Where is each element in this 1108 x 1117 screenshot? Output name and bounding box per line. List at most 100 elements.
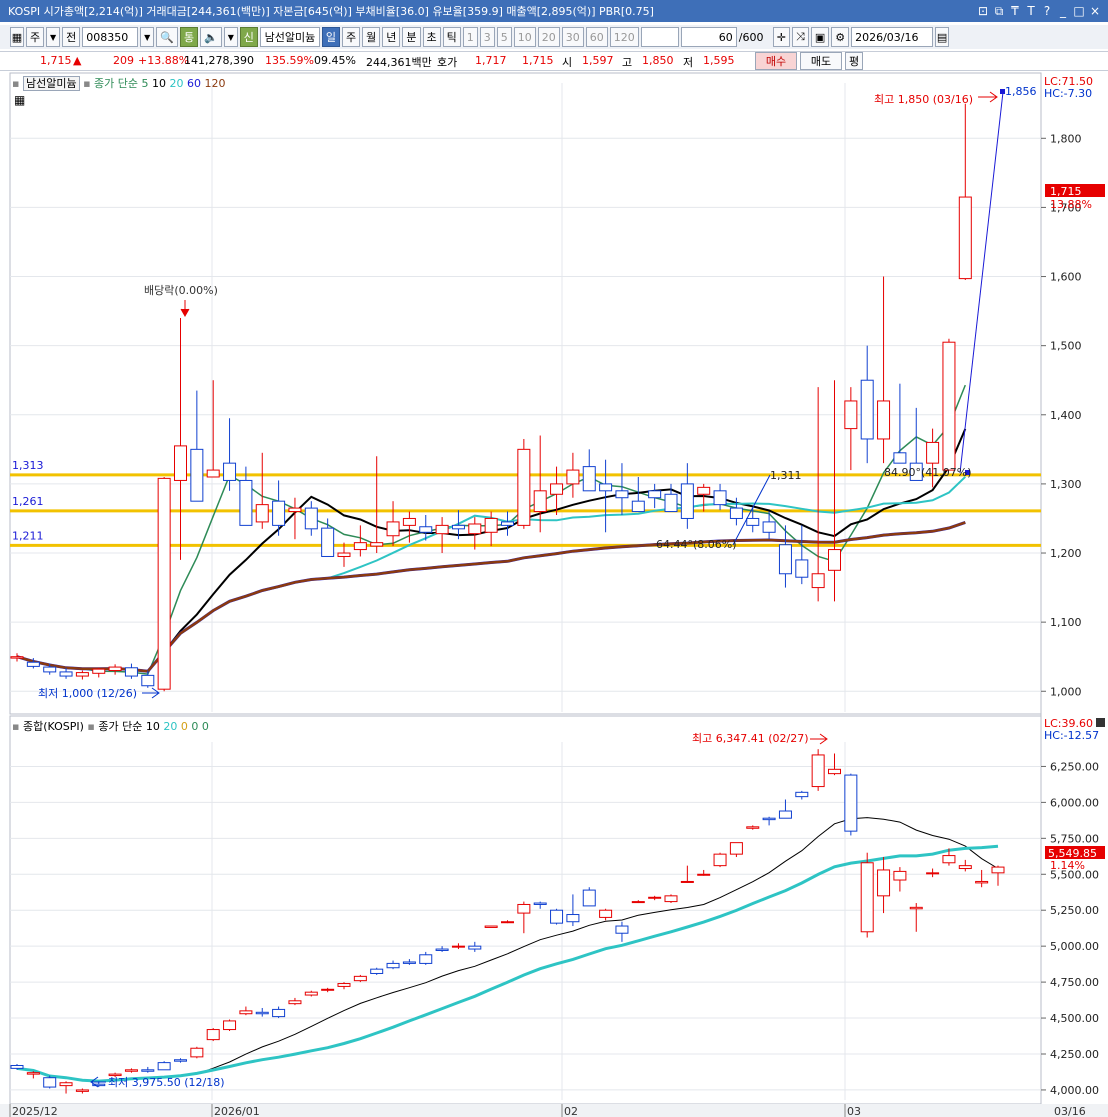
lower-ma-10[interactable]: 10	[146, 720, 160, 733]
lower-lc: LC:39.60	[1044, 717, 1093, 730]
chart-settings-icon[interactable]: ▦	[14, 93, 25, 107]
lower-candle	[566, 914, 580, 923]
lower-panel-close-icon[interactable]	[1096, 718, 1105, 727]
upper-tick-label: 1,000	[1050, 685, 1082, 698]
x-axis-label: 2025/12	[12, 1105, 58, 1117]
upper-ma-20[interactable]: 20	[170, 77, 184, 90]
lower-ma-20[interactable]: 20	[163, 720, 177, 733]
buy-button[interactable]: 매수	[755, 52, 797, 70]
lower-legend-name[interactable]: 종합(KOSPI)	[23, 720, 84, 733]
lower-candle	[337, 983, 351, 987]
upper-tick-label: 1,500	[1050, 340, 1082, 353]
grid-toggle-icon[interactable]: ▦	[10, 27, 24, 47]
lower-ma-c[interactable]: 0	[181, 720, 188, 733]
upper-tick-label: 1,800	[1050, 132, 1082, 145]
stock-name-field: 남선알미늄	[259, 27, 320, 47]
search-icon[interactable]: 🔍	[156, 27, 178, 47]
minimize-icon[interactable]: _	[1056, 4, 1070, 19]
upper-candle	[958, 196, 972, 280]
period-year[interactable]: 년	[382, 27, 401, 47]
speaker-icon[interactable]: 🔈	[200, 27, 222, 47]
interval-3[interactable]: 3	[479, 27, 495, 47]
period-day[interactable]: 일	[321, 27, 341, 47]
count-input[interactable]: 60	[680, 27, 737, 47]
period-second[interactable]: 초	[422, 27, 441, 47]
crosshair-icon[interactable]: ✛	[772, 27, 790, 47]
upper-ma-60[interactable]: 60	[187, 77, 201, 90]
gear-icon[interactable]: ⚙	[831, 27, 850, 47]
lower-candle	[223, 1020, 237, 1031]
font-icon[interactable]: T	[1024, 4, 1038, 19]
upper-ma-120[interactable]: 120	[205, 77, 226, 90]
pin-icon[interactable]: ⊡	[976, 4, 990, 19]
upper-candle	[386, 521, 400, 537]
upper-candle	[550, 483, 564, 495]
sin-button[interactable]: 신	[239, 27, 258, 47]
upper-max-annotation: 최고 1,850 (03/16)	[874, 93, 973, 106]
close-icon[interactable]: ×	[1088, 4, 1102, 19]
lower-candle	[26, 1072, 40, 1075]
tong-button[interactable]: 통	[179, 27, 199, 47]
interval-60[interactable]: 60	[585, 27, 608, 47]
upper-ma-5[interactable]: 5	[142, 77, 149, 90]
interval-custom-input[interactable]	[640, 27, 679, 47]
dividend-annotation: 배당락(0.00%)	[144, 284, 218, 297]
upper-ma-10[interactable]: 10	[152, 77, 166, 90]
speaker-dropdown-icon[interactable]: ▼	[223, 27, 238, 47]
code-input[interactable]: 008350	[82, 27, 139, 47]
interval-10[interactable]: 10	[513, 27, 536, 47]
period-week[interactable]: 주	[342, 27, 361, 47]
lower-ma-d[interactable]: 0	[191, 720, 198, 733]
lower-candle	[353, 975, 367, 982]
trend-label-1: 1,311	[770, 469, 802, 482]
lower-candle	[304, 991, 318, 996]
upper-lc: LC:71.50	[1044, 75, 1093, 88]
upper-candle	[141, 674, 155, 687]
interval-5[interactable]: 5	[496, 27, 512, 47]
lower-candle	[877, 869, 891, 897]
x-axis-label: 03	[847, 1105, 861, 1117]
current-price: 1,715	[40, 54, 72, 67]
lower-candle	[811, 754, 825, 788]
upper-candle	[124, 667, 138, 677]
interval-20[interactable]: 20	[537, 27, 560, 47]
eval-button[interactable]: 평	[845, 52, 863, 70]
save-icon[interactable]: ▣	[810, 27, 830, 47]
upper-current-pct: 13.88%	[1050, 198, 1092, 211]
sell-button[interactable]: 매도	[800, 52, 842, 70]
interval-120[interactable]: 120	[609, 27, 639, 47]
code-dropdown-icon[interactable]: ▼	[140, 27, 155, 47]
trend-line-icon[interactable]: ⤨	[792, 27, 809, 47]
market-select[interactable]: 주	[26, 27, 45, 47]
scope-select[interactable]: 전	[62, 27, 81, 47]
lower-candle	[991, 866, 1005, 874]
lower-candle	[321, 988, 335, 991]
maximize-icon[interactable]: □	[1072, 4, 1086, 19]
calendar-icon[interactable]: ▤	[935, 27, 950, 47]
period-month[interactable]: 월	[362, 27, 381, 47]
turnover: 09.45%	[314, 54, 356, 67]
lower-ma-e[interactable]: 0	[202, 720, 209, 733]
copy-window-icon[interactable]: ⧉	[992, 4, 1006, 19]
upper-candle	[860, 379, 874, 440]
chart-toolbar: ▦ 주 ▼ 전 008350 ▼ 🔍 통 🔈 ▼ 신 남선알미늄 일 주 월 년…	[0, 25, 1108, 49]
lower-tick-label: 5,750.00	[1050, 832, 1099, 845]
upper-candle	[92, 668, 106, 674]
interval-30[interactable]: 30	[561, 27, 584, 47]
date-input[interactable]: 2026/03/16	[851, 27, 934, 47]
interval-1[interactable]: 1	[462, 27, 478, 47]
upper-candle	[697, 486, 711, 495]
window-titlebar: KOSPI 시가총액[2,214(억)] 거래대금[244,361(백만)] 자…	[0, 0, 1108, 22]
upper-legend-name[interactable]: 남선알미늄	[22, 76, 80, 91]
lower-candle	[501, 921, 514, 924]
chevron-down-icon[interactable]: ▼	[46, 27, 61, 47]
upper-candle	[370, 542, 384, 547]
help-icon[interactable]: ?	[1040, 4, 1054, 19]
upper-candle	[435, 524, 449, 535]
x-axis-label: 02	[564, 1105, 578, 1117]
tack-icon[interactable]: ₸	[1008, 4, 1022, 19]
lower-candle	[975, 880, 989, 884]
period-minute[interactable]: 분	[402, 27, 421, 47]
window-title: KOSPI 시가총액[2,214(억)] 거래대금[244,361(백만)] 자…	[8, 5, 654, 18]
period-tick[interactable]: 틱	[442, 27, 461, 47]
